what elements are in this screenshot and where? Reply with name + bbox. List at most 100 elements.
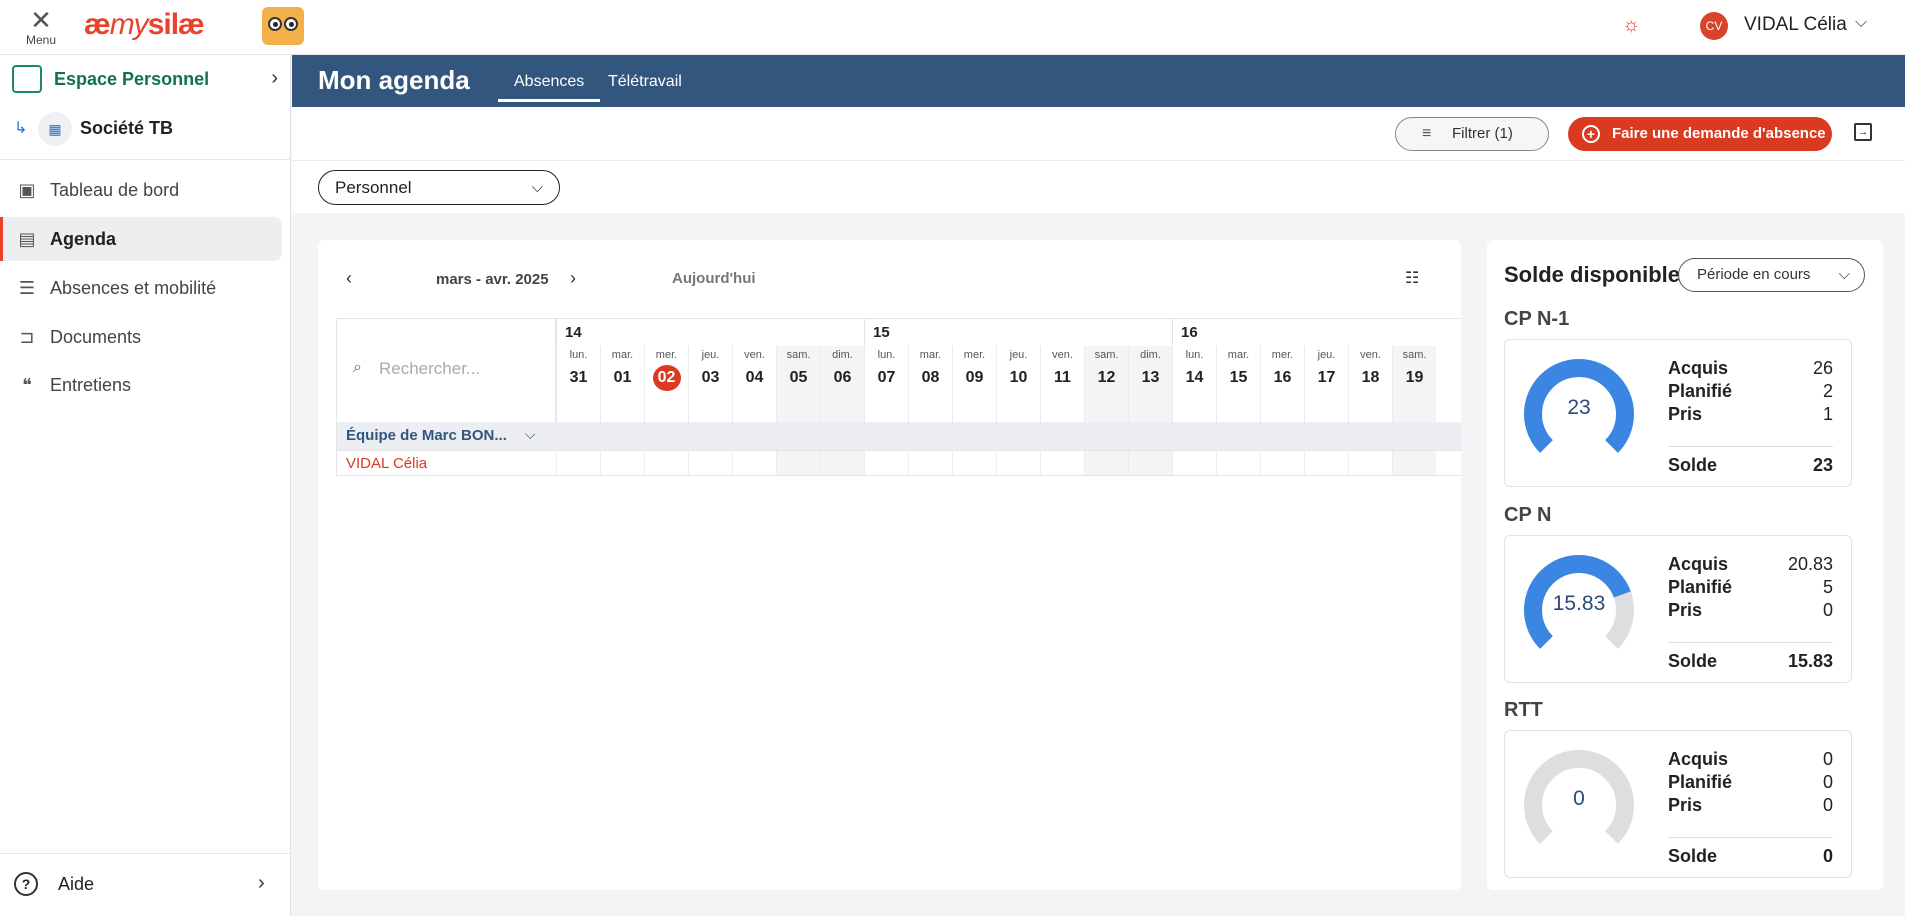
arrow-return-icon: ↳ bbox=[14, 120, 28, 137]
period-select[interactable]: Période en cours ⌵ bbox=[1678, 258, 1865, 292]
company-label: Société TB bbox=[80, 118, 174, 138]
person-name[interactable]: VIDAL Célia bbox=[346, 455, 427, 472]
menu-button[interactable]: ✕ Menu bbox=[22, 7, 60, 47]
stat-value: 15.83 bbox=[1787, 651, 1833, 671]
team-row[interactable]: Équipe de Marc BON... ⌵ bbox=[337, 422, 1461, 450]
week-number: 16 bbox=[1172, 319, 1461, 346]
day-name: mar. bbox=[1227, 349, 1250, 361]
day-cell[interactable] bbox=[556, 451, 600, 475]
day-cell[interactable] bbox=[1348, 451, 1392, 475]
stat-label: Pris bbox=[1668, 795, 1703, 815]
day-name: mar. bbox=[919, 349, 942, 361]
day-cell[interactable] bbox=[1040, 451, 1084, 475]
company-selector[interactable]: ↳ ▦ Société TB bbox=[12, 110, 280, 148]
day-cell[interactable] bbox=[1172, 451, 1216, 475]
day-number: 18 bbox=[1361, 369, 1380, 386]
sidebar-item-label: Documents bbox=[50, 327, 142, 347]
folder-icon: ⊐ bbox=[19, 327, 35, 347]
day-cell[interactable] bbox=[820, 451, 864, 475]
sidebar-item-absences[interactable]: ☰ Absences et mobilité bbox=[0, 266, 282, 310]
personal-space-selector[interactable]: Espace Personnel › bbox=[12, 65, 280, 95]
avatar[interactable]: CV bbox=[1700, 12, 1728, 40]
period-select-value: Période en cours bbox=[1697, 266, 1811, 283]
search-input[interactable]: Rechercher... bbox=[379, 359, 480, 379]
day-name: ven. bbox=[1360, 349, 1381, 361]
today-button[interactable]: Aujourd'hui bbox=[672, 270, 756, 287]
day-cell[interactable] bbox=[644, 451, 688, 475]
day-cell[interactable] bbox=[996, 451, 1040, 475]
view-select-value: Personnel bbox=[335, 178, 412, 197]
day-name: dim. bbox=[832, 349, 853, 361]
balance-card: 15.83 Acquis 20.83 Planifié 5 Pris 0 Solde 15.83 bbox=[1504, 535, 1852, 683]
day-name: jeu. bbox=[1009, 349, 1028, 361]
chevron-right-icon[interactable]: › bbox=[570, 268, 576, 289]
day-name: jeu. bbox=[701, 349, 720, 361]
balance-card: 0 Acquis 0 Planifié 0 Pris 0 Solde 0 bbox=[1504, 730, 1852, 878]
help-item[interactable]: ? Aide › bbox=[0, 853, 290, 913]
stat-label: Planifié bbox=[1668, 577, 1733, 597]
filter-label: Filtrer (1) bbox=[1452, 125, 1513, 142]
help-icon: ? bbox=[14, 872, 38, 896]
day-number: 07 bbox=[877, 369, 896, 386]
tab-teletravail[interactable]: Télétravail bbox=[608, 73, 682, 91]
day-cell[interactable] bbox=[776, 451, 820, 475]
day-cell[interactable] bbox=[732, 451, 776, 475]
stat-value: 0 bbox=[1822, 846, 1833, 866]
day-cell[interactable] bbox=[1216, 451, 1260, 475]
view-select-bar: Personnel ⌵ bbox=[292, 161, 1905, 213]
sidebar-item-dashboard[interactable]: ▣ Tableau de bord bbox=[0, 168, 282, 212]
day-name: lun. bbox=[1185, 349, 1204, 361]
day-cell[interactable] bbox=[908, 451, 952, 475]
day-number: 10 bbox=[1009, 369, 1028, 386]
day-cell[interactable] bbox=[688, 451, 732, 475]
search-icon: ⌕ bbox=[353, 359, 362, 376]
balance-stats: Acquis 26 Planifié 2 Pris 1 Solde 23 bbox=[1668, 358, 1833, 480]
day-number: 13 bbox=[1141, 369, 1160, 386]
day-name: sam. bbox=[1402, 349, 1427, 361]
day-cell[interactable] bbox=[1392, 451, 1436, 475]
theme-toggle-icon[interactable]: ☼ bbox=[1622, 14, 1640, 37]
day-name: ven. bbox=[744, 349, 765, 361]
sidebar-item-documents[interactable]: ⊐ Documents bbox=[0, 315, 282, 359]
stat-acquis: Acquis 20.83 bbox=[1668, 554, 1833, 577]
filter-button[interactable]: ≡ Filtrer (1) bbox=[1395, 117, 1549, 151]
chevron-left-icon[interactable]: ‹ bbox=[346, 268, 352, 289]
chevron-down-icon[interactable]: ⌵ bbox=[525, 426, 536, 443]
day-header: dim. 13 bbox=[1128, 346, 1172, 422]
divider bbox=[0, 159, 291, 160]
day-cell[interactable] bbox=[864, 451, 908, 475]
stat-label: Pris bbox=[1668, 404, 1703, 424]
menu-label: Menu bbox=[25, 33, 57, 47]
day-cell[interactable] bbox=[1304, 451, 1348, 475]
sidebar-item-entretiens[interactable]: ❝ Entretiens bbox=[0, 363, 282, 407]
search-box[interactable]: ⌕ Rechercher... bbox=[337, 319, 556, 422]
chevron-down-icon[interactable]: ⌵ bbox=[1855, 14, 1867, 32]
mysilae-logo[interactable]: æmysilæ bbox=[84, 8, 205, 42]
user-name[interactable]: VIDAL Célia bbox=[1744, 14, 1847, 36]
stat-value: 0 bbox=[1822, 772, 1833, 792]
filter-icon: ≡ bbox=[1422, 125, 1432, 142]
list-view-icon[interactable]: ☷ bbox=[1405, 268, 1419, 288]
stat-planifie: Planifié 0 bbox=[1668, 772, 1833, 795]
sidebar-item-agenda[interactable]: ▤ Agenda bbox=[0, 217, 282, 261]
day-header: jeu. 17 bbox=[1304, 346, 1348, 422]
day-cell[interactable] bbox=[1260, 451, 1304, 475]
day-name: sam. bbox=[1094, 349, 1119, 361]
balance-section-title: CP N bbox=[1504, 504, 1552, 526]
day-cell[interactable] bbox=[600, 451, 644, 475]
day-cell[interactable] bbox=[952, 451, 996, 475]
balance-gauge: 15.83 bbox=[1519, 550, 1639, 670]
balance-stats: Acquis 0 Planifié 0 Pris 0 Solde 0 bbox=[1668, 749, 1833, 871]
day-cell[interactable] bbox=[1128, 451, 1172, 475]
tab-absences[interactable]: Absences bbox=[498, 73, 601, 102]
balance-panel: Solde disponible Période en cours ⌵ CP N… bbox=[1487, 240, 1883, 890]
day-number: 03 bbox=[701, 369, 720, 386]
balance-title: Solde disponible bbox=[1504, 262, 1681, 287]
week-number: 14 bbox=[556, 319, 864, 346]
collapse-panel-icon[interactable]: → bbox=[1854, 123, 1872, 141]
day-cell[interactable] bbox=[1084, 451, 1128, 475]
day-name: dim. bbox=[1140, 349, 1161, 361]
absence-request-button[interactable]: + Faire une demande d'absence bbox=[1568, 117, 1832, 151]
view-select[interactable]: Personnel ⌵ bbox=[318, 170, 560, 205]
day-name: jeu. bbox=[1317, 349, 1336, 361]
